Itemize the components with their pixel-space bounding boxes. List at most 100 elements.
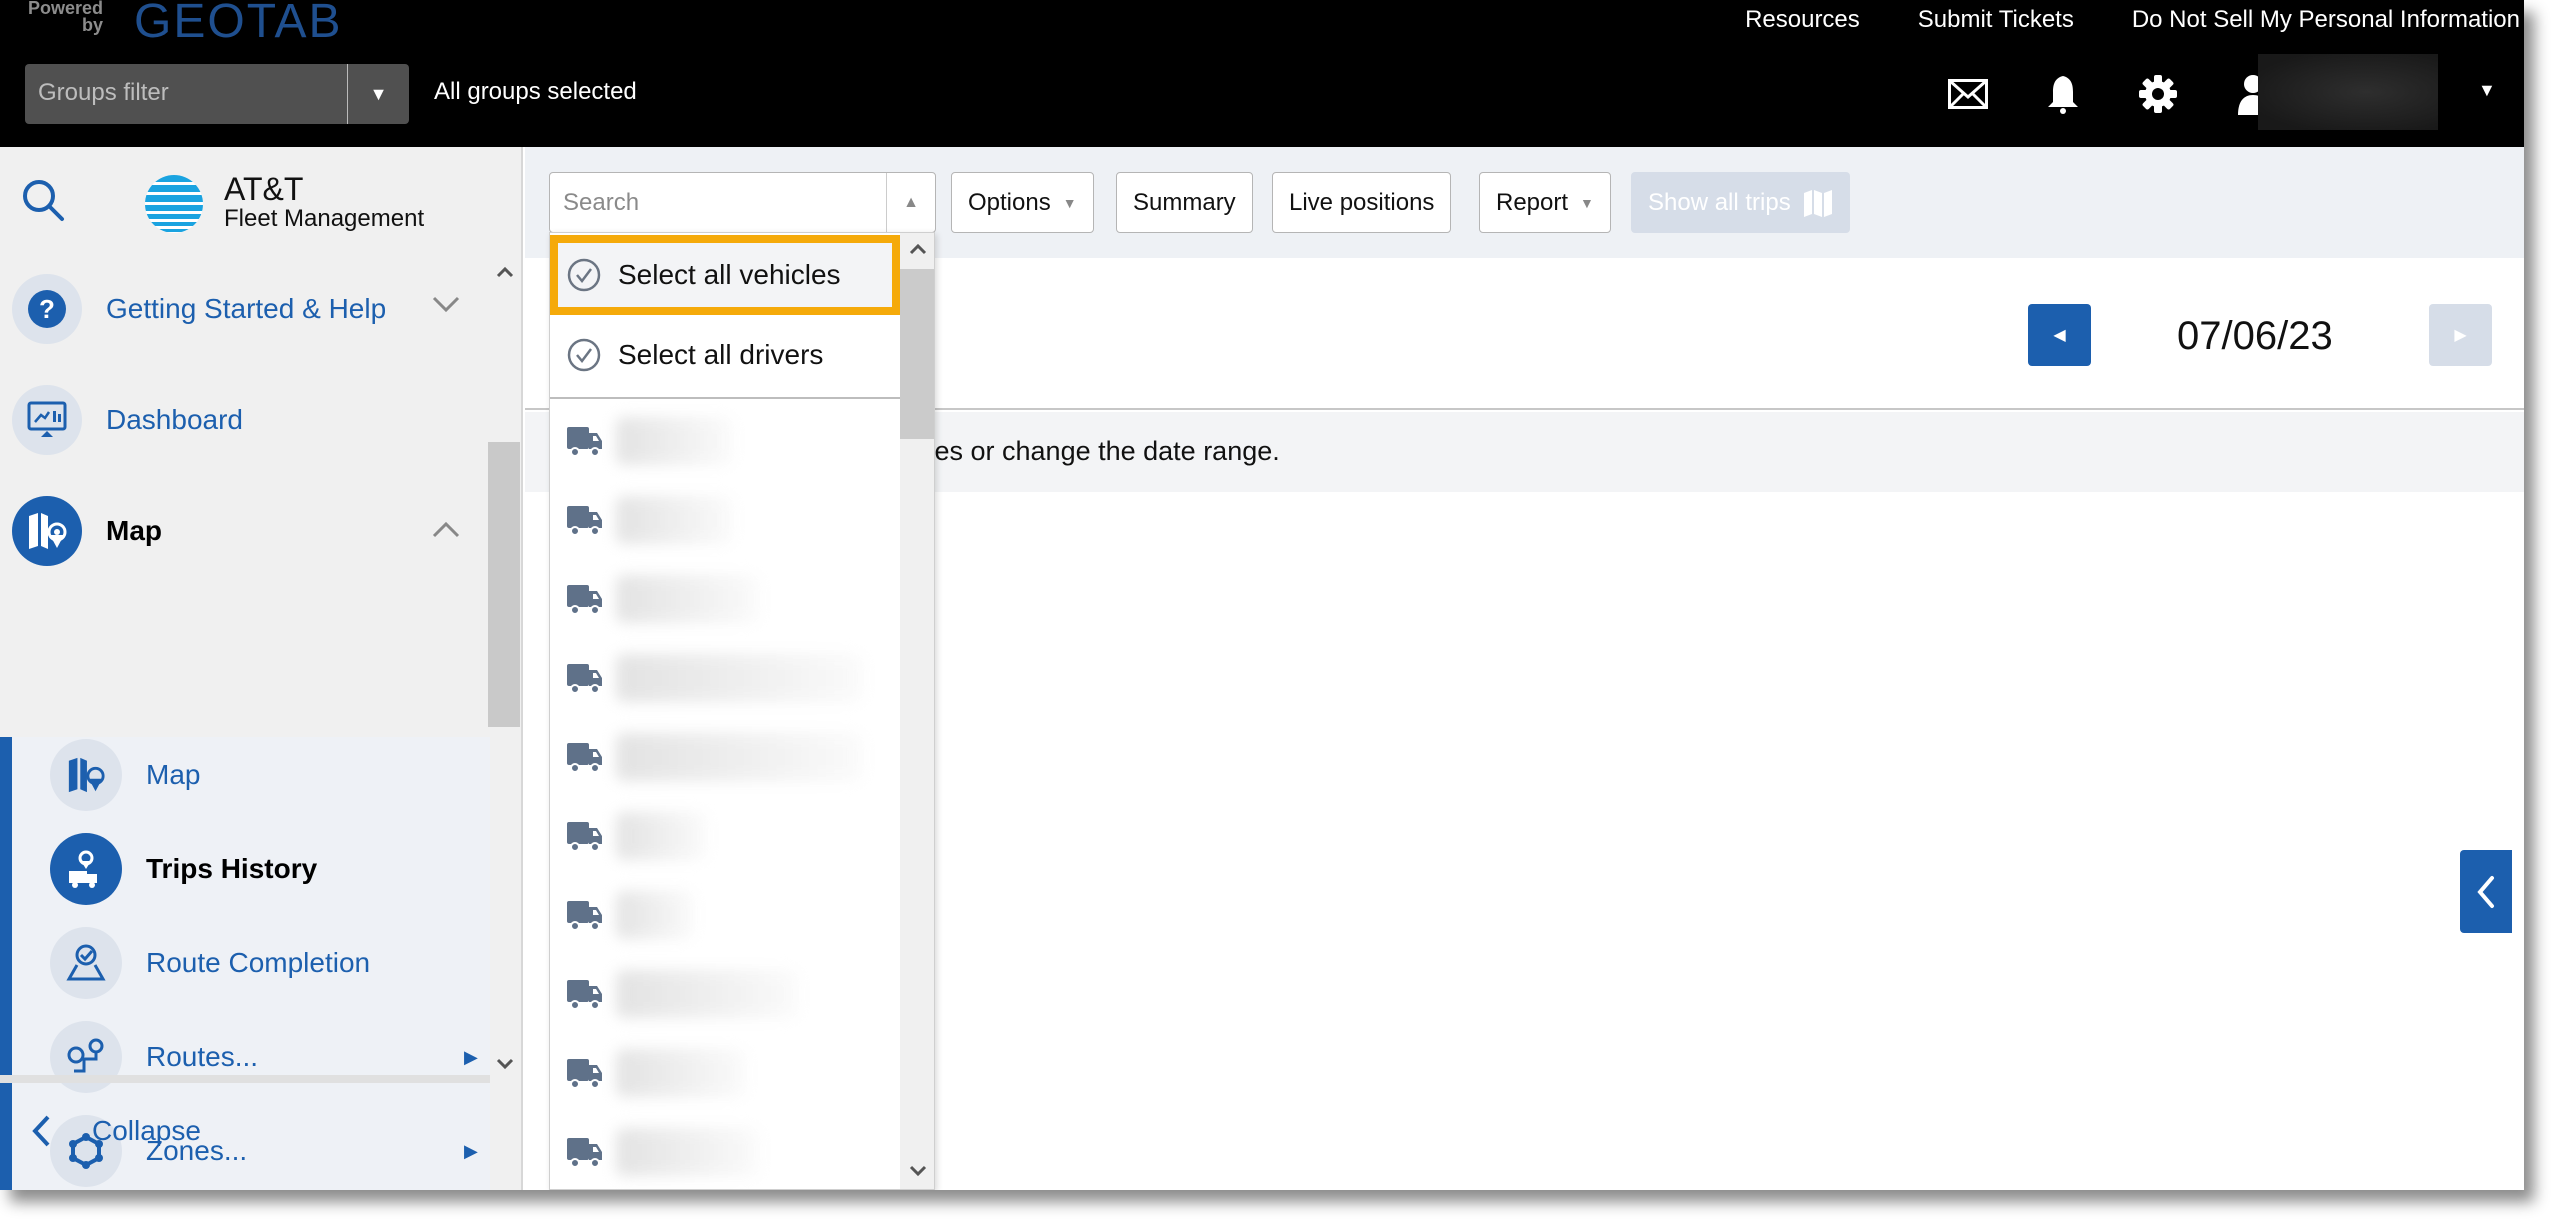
scroll-up-icon[interactable] <box>909 235 927 261</box>
app-window: Powered by GEOTAB Resources Submit Ticke… <box>0 0 2524 1190</box>
caret-down-icon: ▼ <box>1062 194 1077 211</box>
scroll-up-icon[interactable] <box>496 265 514 283</box>
options-button[interactable]: Options ▼ <box>951 172 1094 233</box>
options-label: Options <box>968 188 1051 216</box>
check-circle-icon <box>567 258 601 292</box>
report-button[interactable]: Report ▼ <box>1479 172 1611 233</box>
vehicle-list-item[interactable] <box>550 954 900 1033</box>
map-icon <box>12 496 82 566</box>
live-positions-label: Live positions <box>1289 188 1435 216</box>
sidebar-item-label: Map <box>146 759 201 790</box>
vehicle-list-item[interactable] <box>550 717 900 796</box>
sidebar-divider <box>0 1075 490 1083</box>
truck-icon <box>567 663 602 694</box>
caret-right-icon: ▶ <box>464 1047 478 1067</box>
svg-text:?: ? <box>39 294 55 324</box>
live-positions-button[interactable]: Live positions <box>1272 172 1452 233</box>
next-date-button[interactable]: ▶ <box>2429 304 2492 366</box>
info-message-text: ices or change the date range. <box>915 436 1280 466</box>
search-input[interactable] <box>550 173 886 232</box>
vehicle-list-item[interactable] <box>550 638 900 717</box>
vehicle-list-item[interactable] <box>550 1112 900 1189</box>
chevron-down-icon[interactable]: ▼ <box>347 64 409 124</box>
previous-date-button[interactable]: ◀ <box>2028 304 2091 366</box>
sidebar-item-label: Dashboard <box>106 404 243 435</box>
truck-icon <box>567 505 602 536</box>
vehicle-name-redacted <box>616 1048 746 1097</box>
summary-button[interactable]: Summary <box>1116 172 1253 233</box>
vehicle-list-item[interactable] <box>550 875 900 954</box>
vehicle-search-combo[interactable]: ▲ <box>549 172 936 233</box>
chevron-up-icon[interactable] <box>432 514 460 545</box>
expand-panel-button[interactable] <box>2460 850 2512 933</box>
dropdown-scrollbar[interactable] <box>900 233 934 1189</box>
scroll-down-icon[interactable] <box>496 1057 514 1075</box>
chevron-left-icon <box>32 1115 50 1147</box>
collapse-label: Collapse <box>92 1115 201 1146</box>
show-all-trips-label: Show all trips <box>1648 188 1791 216</box>
bell-icon[interactable] <box>2015 64 2110 124</box>
vehicle-list-item[interactable] <box>550 796 900 875</box>
vehicle-list-item[interactable] <box>550 480 900 559</box>
sidebar-scroll-thumb[interactable] <box>488 442 520 727</box>
current-date: 07/06/23 <box>2177 314 2333 358</box>
sidebar-item-route-completion[interactable]: Route Completion <box>50 927 370 999</box>
sidebar-item-label: Map <box>106 515 162 546</box>
sidebar-item-label: Route Completion <box>146 947 371 978</box>
vehicle-name-redacted <box>616 811 707 860</box>
sidebar-item-dashboard[interactable]: Dashboard <box>12 384 243 456</box>
header-icons <box>1920 64 2300 124</box>
truck-icon <box>567 1137 602 1168</box>
show-all-trips-button[interactable]: Show all trips <box>1631 172 1850 233</box>
option-label: Select all vehicles <box>618 259 841 290</box>
vehicle-name-redacted <box>616 416 733 465</box>
check-circle-icon <box>567 338 601 372</box>
chevron-left-icon <box>2477 875 2494 908</box>
vehicle-list-item[interactable] <box>550 1033 900 1112</box>
resources-link[interactable]: Resources <box>1745 6 1860 34</box>
option-label: Select all drivers <box>618 339 824 370</box>
sidebar-item-label: Routes... <box>146 1041 259 1072</box>
user-menu-caret-icon[interactable]: ▼ <box>2478 80 2496 101</box>
sidebar-item-trips-history[interactable]: Trips History <box>50 833 317 905</box>
groups-selected-status: All groups selected <box>434 78 637 105</box>
mail-icon[interactable] <box>1920 64 2015 124</box>
summary-label: Summary <box>1133 188 1236 216</box>
submit-tickets-link[interactable]: Submit Tickets <box>1918 6 2074 34</box>
caret-up-icon[interactable]: ▲ <box>886 173 935 232</box>
truck-icon <box>567 742 602 773</box>
chevron-down-icon[interactable] <box>432 290 460 321</box>
top-links: Resources Submit Tickets Do Not Sell My … <box>1745 6 2524 34</box>
report-label: Report <box>1496 188 1569 216</box>
truck-icon <box>567 979 602 1010</box>
sidebar-item-label: Getting Started & Help <box>106 293 387 324</box>
vehicle-list-item[interactable] <box>550 401 900 480</box>
user-name-redacted[interactable] <box>2258 54 2438 130</box>
vehicle-name-redacted <box>616 969 798 1018</box>
scroll-down-icon[interactable] <box>909 1157 927 1183</box>
do-not-sell-link[interactable]: Do Not Sell My Personal Information <box>2132 6 2520 34</box>
sidebar-item-getting-started[interactable]: ? Getting Started & Help <box>12 273 386 345</box>
vehicle-list-item[interactable] <box>550 559 900 638</box>
search-icon[interactable] <box>20 177 66 228</box>
map-icon <box>1803 189 1832 217</box>
att-globe-logo <box>143 173 205 240</box>
vehicle-name-redacted <box>616 890 694 939</box>
dropdown-scroll-thumb[interactable] <box>900 269 934 439</box>
geotab-logo: GEOTAB <box>134 0 343 48</box>
groups-filter[interactable]: Groups filter ▼ <box>25 64 409 124</box>
sidebar-item-map-section[interactable]: Map <box>12 495 162 567</box>
select-all-drivers-option[interactable]: Select all drivers <box>550 315 900 395</box>
gear-icon[interactable] <box>2110 64 2205 124</box>
powered-by-label: Powered by <box>28 0 104 35</box>
dropdown-list: Select all vehicles Select all drivers <box>550 233 900 1189</box>
sidebar: AT&T Fleet Management ? Getting Started … <box>0 147 523 1190</box>
collapse-button[interactable]: Collapse <box>30 1114 201 1148</box>
select-all-vehicles-option[interactable]: Select all vehicles <box>550 235 900 315</box>
caret-right-icon: ▶ <box>464 1141 478 1161</box>
groups-filter-input[interactable]: Groups filter <box>25 64 347 124</box>
vehicle-dropdown: Select all vehicles Select all drivers <box>549 232 935 1190</box>
vehicle-name-redacted <box>616 495 733 544</box>
sidebar-item-map[interactable]: Map <box>50 739 200 811</box>
caret-down-icon: ▼ <box>1580 194 1594 211</box>
